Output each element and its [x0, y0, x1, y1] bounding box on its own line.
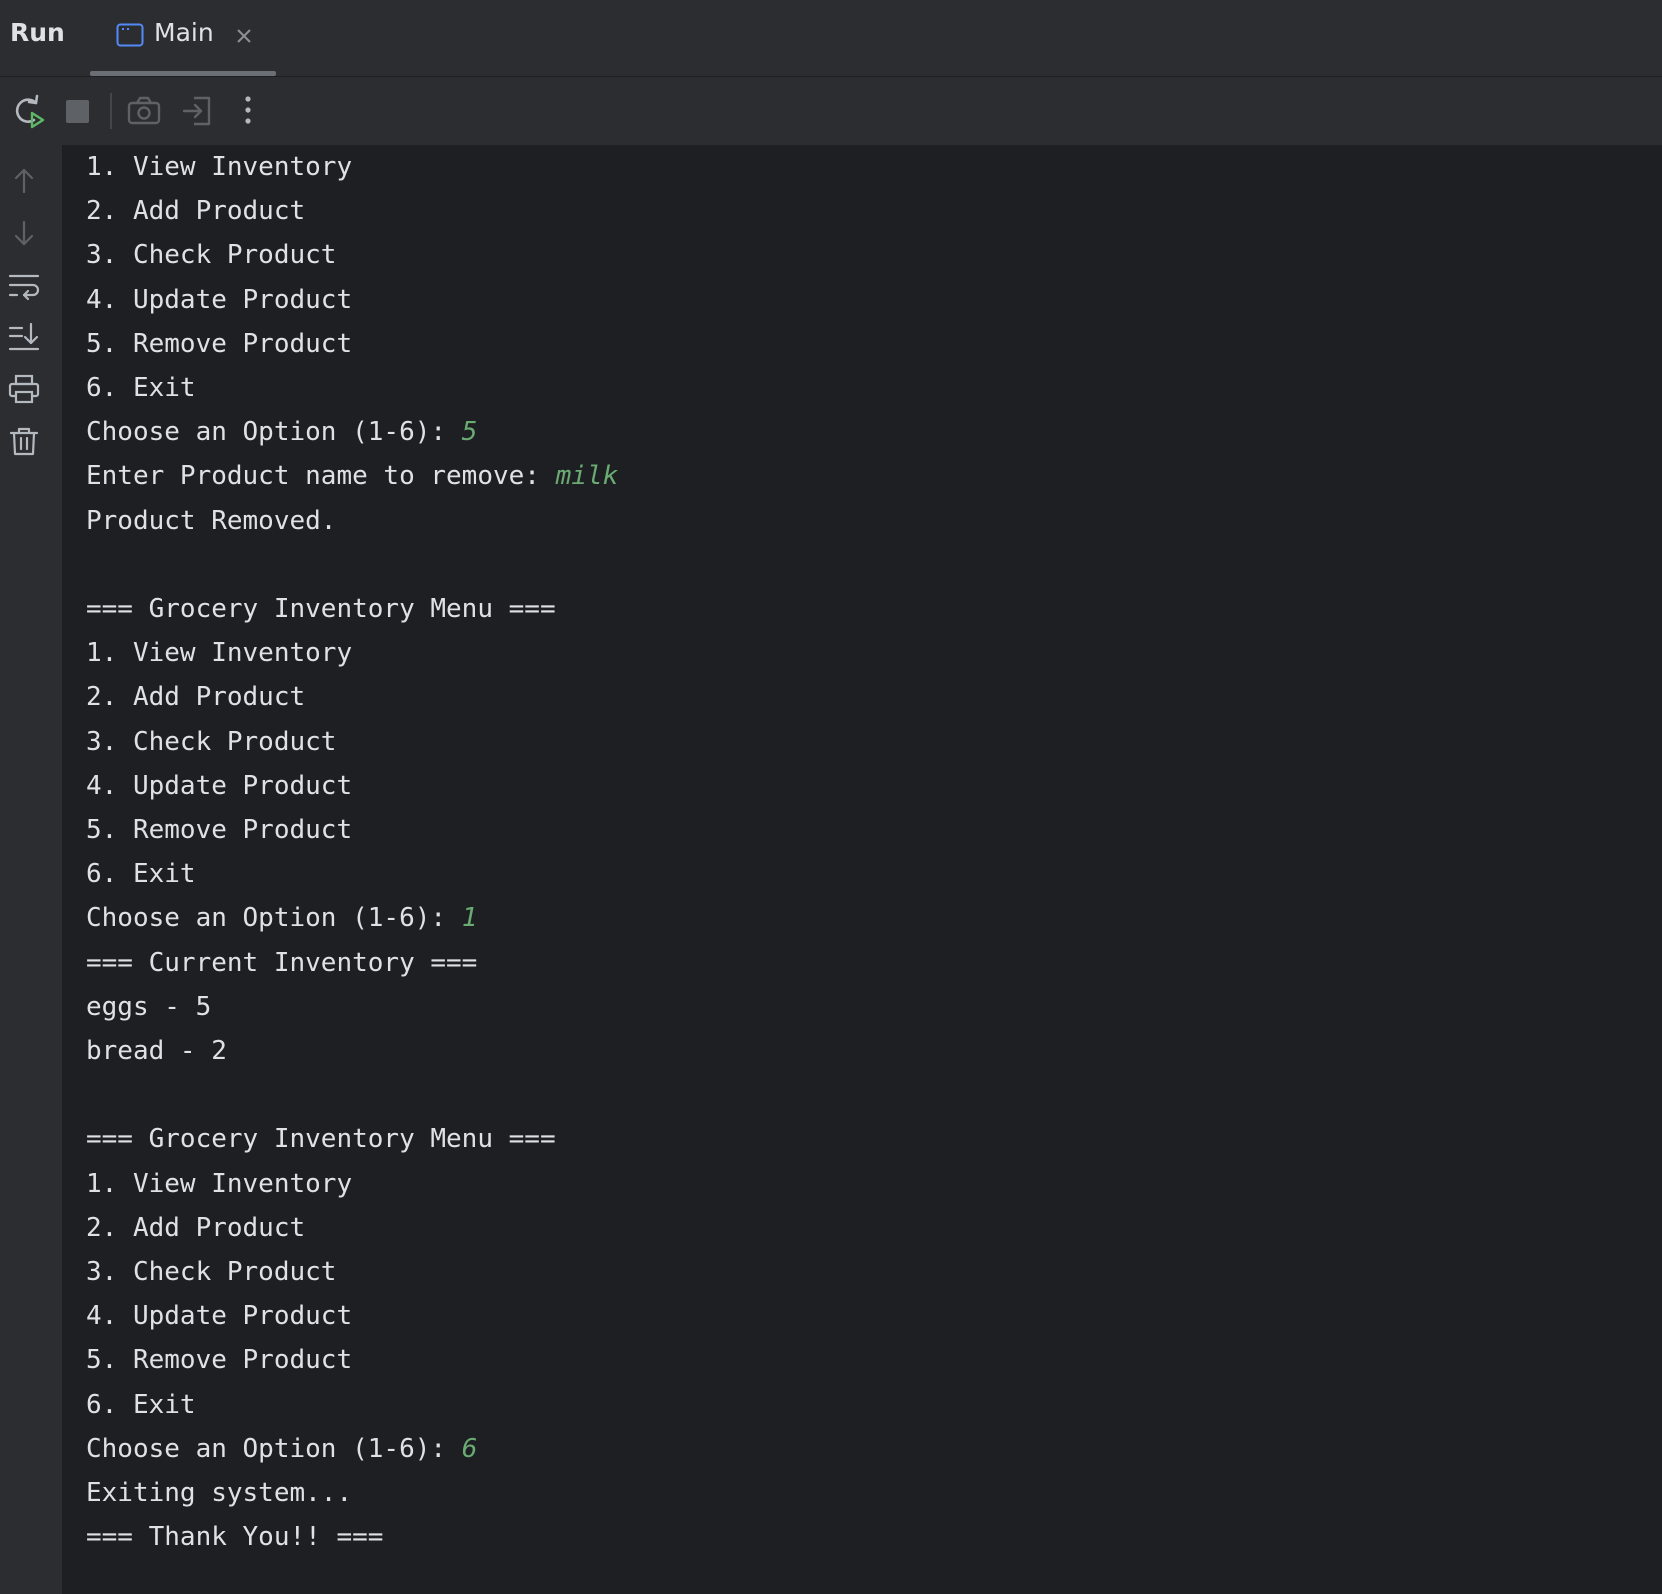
console-line-text: Exiting system...	[86, 1478, 353, 1508]
console-line-text: 5. Remove Product	[86, 815, 353, 845]
console-line-text: Choose an Option (1-6):	[86, 417, 462, 448]
tab-main-label: Main	[154, 18, 214, 47]
close-icon[interactable]	[234, 26, 254, 46]
console-line-text: 3. Check Product	[86, 726, 337, 757]
console-user-input: milk	[555, 461, 619, 492]
console-line-text: 4. Update Product	[86, 1301, 353, 1332]
soft-wrap-icon[interactable]	[8, 269, 40, 301]
console-line: 4. Update Product	[86, 278, 352, 322]
camera-icon[interactable]	[126, 93, 162, 129]
login-icon[interactable]	[180, 93, 216, 129]
console-side-toolbar	[0, 145, 62, 1594]
console-user-input: 1	[461, 903, 478, 934]
tab-main[interactable]: Main	[90, 0, 276, 76]
console-user-input: 5	[461, 417, 478, 448]
scroll-to-end-icon[interactable]	[8, 321, 40, 353]
console-line: 3. Check Product	[86, 720, 336, 764]
console-line: 1. View Inventory	[86, 145, 352, 189]
arrow-down-icon[interactable]	[8, 217, 40, 249]
console-line: Product Removed.	[86, 499, 336, 543]
console-line-text: 4. Update Product	[86, 770, 353, 801]
print-icon[interactable]	[8, 373, 40, 405]
console-line-text: 2. Add Product	[86, 682, 306, 713]
console-line-text: === Thank You!! ===	[86, 1522, 384, 1553]
console-line: 6. Exit	[86, 366, 196, 410]
console-line-text: 3. Check Product	[86, 1257, 337, 1287]
console-line-text: 4. Update Product	[86, 284, 353, 315]
console-line: 4. Update Product	[86, 764, 352, 808]
console-line-text: Enter Product name to remove:	[86, 461, 556, 492]
console-line: 3. Check Product	[86, 233, 336, 277]
console-line-text: === Current Inventory ===	[86, 947, 478, 978]
console-line-text: === Grocery Inventory Menu ===	[86, 594, 556, 624]
stop-icon[interactable]	[60, 93, 96, 129]
console-line: bread - 2	[86, 1029, 227, 1073]
console-line-text: Product Removed.	[86, 505, 337, 536]
tab-active-indicator	[90, 71, 276, 76]
console-line: 5. Remove Product	[86, 1338, 352, 1382]
rerun-icon[interactable]	[10, 93, 46, 129]
console-line: Choose an Option (1-6): 6	[86, 1427, 477, 1471]
console-line-text: bread - 2	[86, 1036, 227, 1066]
console-line-text: 6. Exit	[86, 859, 196, 890]
console-user-input: 6	[461, 1433, 478, 1464]
console-window-icon	[116, 23, 144, 47]
console-line-text: 3. Check Product	[86, 240, 337, 271]
console-line: Exiting system...	[86, 1471, 352, 1515]
console-line-text: 1. View Inventory	[86, 1168, 353, 1199]
console-line-text: 1. View Inventory	[86, 152, 353, 182]
more-options-icon[interactable]	[230, 93, 266, 129]
console-line: 3. Check Product	[86, 1250, 336, 1294]
console-line: eggs - 5	[86, 985, 211, 1029]
console-line-text: 1. View Inventory	[86, 638, 353, 669]
console-line: 6. Exit	[86, 852, 196, 896]
console-line: 2. Add Product	[86, 1206, 305, 1250]
console-line: 5. Remove Product	[86, 322, 352, 366]
console-line-text: Choose an Option (1-6):	[86, 1433, 462, 1464]
toolbar-separator	[110, 93, 112, 129]
console-line: === Grocery Inventory Menu ===	[86, 587, 556, 631]
console-line-text: 2. Add Product	[86, 1212, 306, 1243]
console-line-text: 5. Remove Product	[86, 1345, 353, 1376]
console-line: 5. Remove Product	[86, 808, 352, 852]
console-line: 1. View Inventory	[86, 1162, 352, 1206]
console-line: === Current Inventory ===	[86, 941, 477, 985]
arrow-up-icon[interactable]	[8, 165, 40, 197]
console-line-text: Choose an Option (1-6):	[86, 903, 462, 934]
console-line: Choose an Option (1-6): 1	[86, 896, 477, 940]
console-output[interactable]: 1. View Inventory 2. Add Product 3. Check …	[62, 145, 1662, 1594]
run-tool-window: Run Main 1. View Inventory 2. Add Produc…	[0, 0, 1662, 1594]
console-line: === Grocery Inventory Menu ===	[86, 1117, 556, 1161]
console-line: 2. Add Product	[86, 189, 305, 233]
console-line: 2. Add Product	[86, 675, 305, 719]
console-line-text: eggs - 5	[86, 991, 212, 1022]
console-line-text: 6. Exit	[86, 373, 196, 403]
run-panel-title: Run	[10, 18, 65, 47]
console-line-text: === Grocery Inventory Menu ===	[86, 1124, 556, 1155]
console-line-text: 2. Add Product	[86, 196, 306, 227]
console-line-text: 6. Exit	[86, 1389, 196, 1420]
console-line: Choose an Option (1-6): 5	[86, 410, 477, 454]
console-line: Enter Product name to remove: milk	[86, 454, 618, 498]
console-line: 4. Update Product	[86, 1294, 352, 1338]
console-line: 6. Exit	[86, 1383, 196, 1427]
run-panel-header: Run Main	[0, 0, 1662, 77]
console-line: === Thank You!! ===	[86, 1515, 383, 1559]
run-toolbar	[0, 77, 1662, 145]
console-line-text: 5. Remove Product	[86, 328, 353, 359]
console-line: 1. View Inventory	[86, 631, 352, 675]
trash-icon[interactable]	[8, 425, 40, 457]
